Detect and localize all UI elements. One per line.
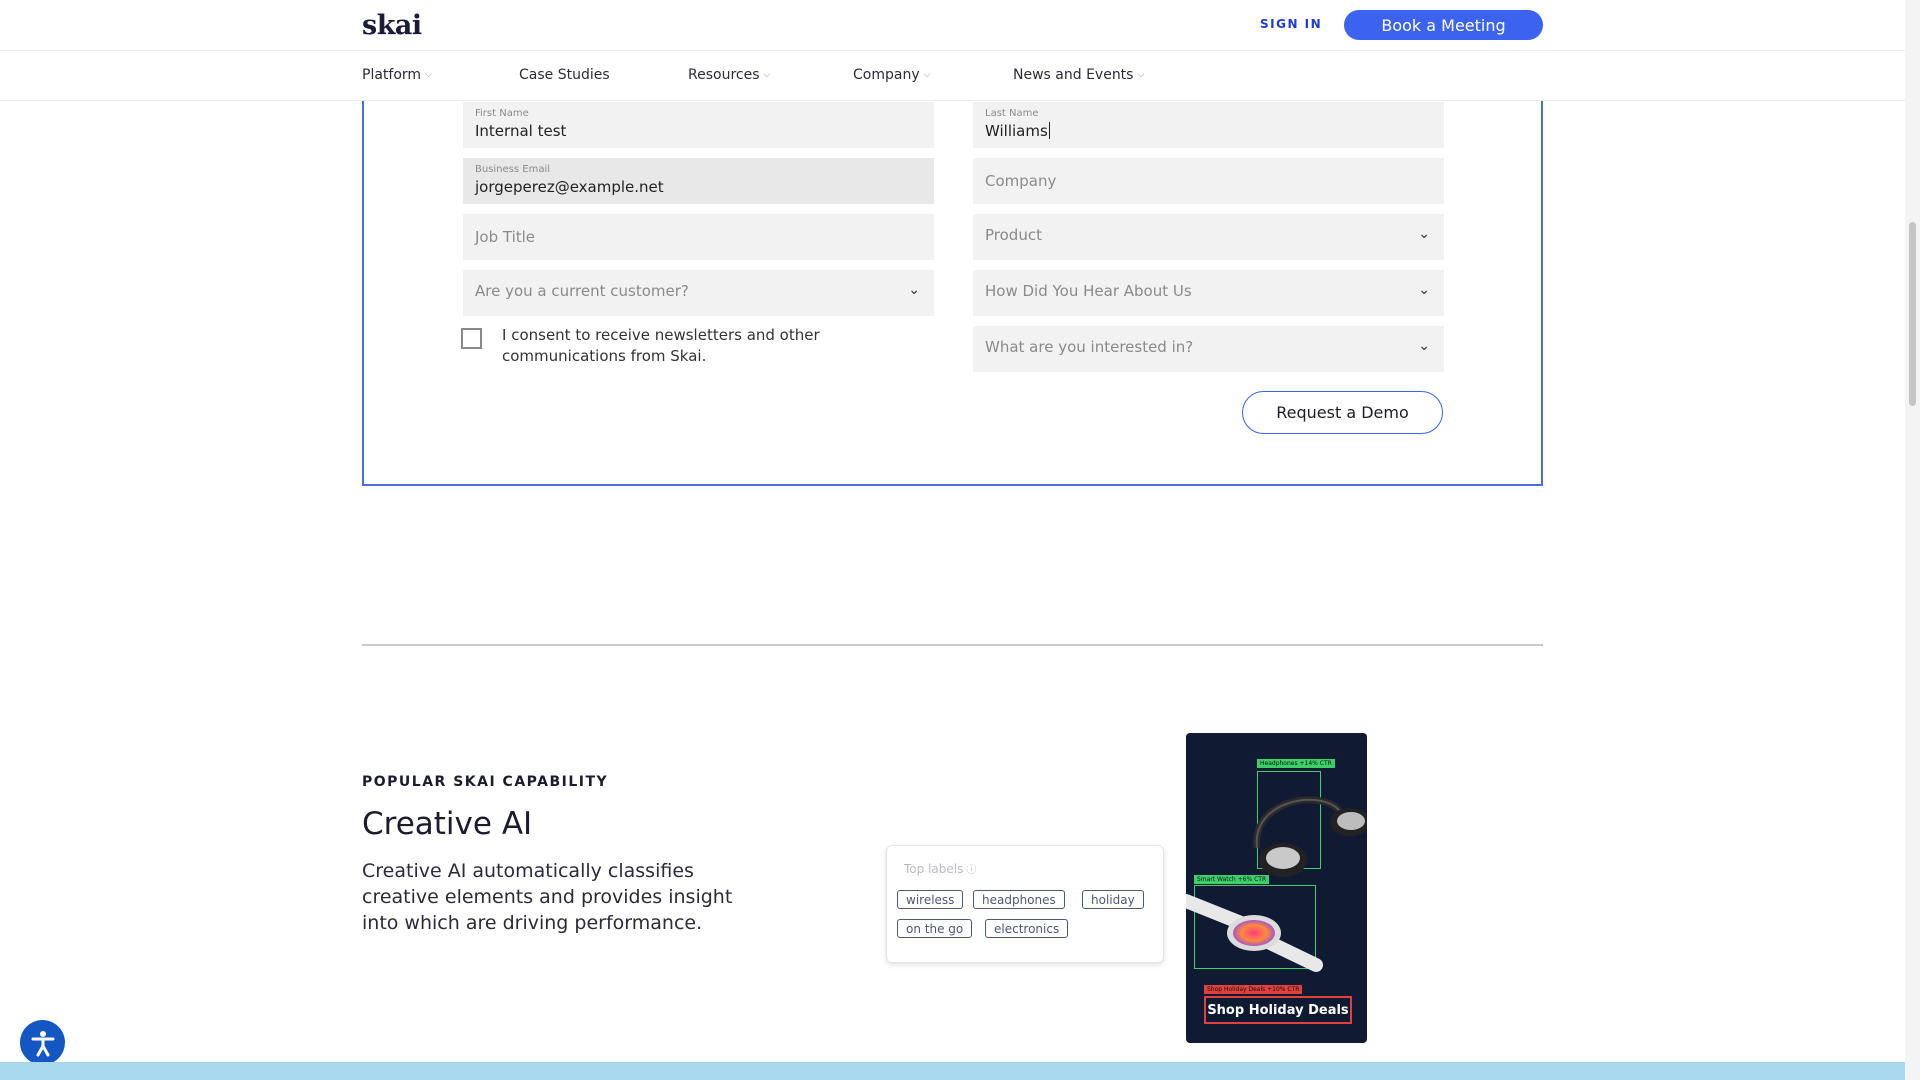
accessibility-icon — [31, 1030, 54, 1056]
request-demo-button[interactable]: Request a Demo — [1242, 391, 1443, 434]
product-select[interactable]: Product ⌄ — [973, 214, 1444, 260]
nav-label: News and Events — [1013, 67, 1134, 83]
label-tag: headphones — [973, 890, 1065, 909]
nav-item-platform[interactable]: Platform ⌵ — [362, 67, 432, 83]
chevron-down-icon: ⌵ — [763, 70, 771, 80]
chevron-down-icon: ⌵ — [1137, 70, 1145, 80]
smartwatch-illustration — [1186, 894, 1323, 972]
job-title-field[interactable]: Job Title — [463, 214, 934, 260]
first-name-field[interactable]: First Name Internal test — [463, 102, 934, 148]
field-placeholder: What are you interested in? — [985, 338, 1194, 356]
info-icon: ⓘ — [966, 865, 977, 876]
field-label: Last Name — [985, 108, 1039, 119]
page-scrollbar[interactable] — [1905, 0, 1920, 1080]
nav-label: Resources — [688, 67, 760, 83]
last-name-field[interactable]: Last Name Williams — [973, 102, 1444, 148]
accessibility-button[interactable] — [20, 1020, 65, 1065]
skai-logo[interactable]: skai — [362, 10, 422, 41]
chevron-down-icon: ⌄ — [1418, 338, 1430, 354]
text-caret — [1048, 122, 1050, 139]
top-labels-card: Top labels ⓘ wireless headphones holiday … — [886, 845, 1164, 963]
nav-item-company[interactable]: Company ⌵ — [853, 67, 930, 83]
consent-checkbox[interactable] — [461, 328, 482, 349]
field-placeholder: Company — [985, 172, 1057, 190]
nav-item-case-studies[interactable]: Case Studies — [519, 67, 610, 83]
field-placeholder: Job Title — [475, 228, 536, 246]
field-value: jorgeperez@example.net — [475, 178, 664, 196]
scrollbar-thumb[interactable] — [1909, 222, 1916, 406]
footer-band — [0, 1062, 1905, 1080]
chevron-down-icon: ⌄ — [908, 282, 920, 298]
current-customer-select[interactable]: Are you a current customer? ⌄ — [463, 270, 934, 316]
labels-title-text: Top labels — [904, 862, 964, 876]
nav-label: Company — [853, 67, 920, 83]
field-placeholder: Product — [985, 226, 1042, 244]
field-value: Internal test — [475, 122, 567, 140]
chevron-down-icon: ⌵ — [923, 70, 931, 80]
label-tag: electronics — [985, 919, 1069, 938]
shop-holiday-deals-cta: Shop Holiday Deals — [1204, 996, 1352, 1024]
label-tag: wireless — [897, 890, 964, 909]
capability-title: Creative AI — [362, 806, 533, 842]
field-placeholder: Are you a current customer? — [475, 282, 689, 300]
field-placeholder: How Did You Hear About Us — [985, 282, 1192, 300]
field-label: Business Email — [475, 164, 551, 175]
ad-preview-image: Headphones +14% CTR Smart Watch +6% CTR … — [1186, 733, 1367, 1043]
field-label: First Name — [475, 108, 529, 119]
field-value: Williams — [985, 122, 1050, 140]
top-header: skai SIGN IN Book a Meeting — [0, 0, 1905, 51]
last-name-text: Williams — [985, 122, 1048, 140]
book-meeting-button[interactable]: Book a Meeting — [1344, 10, 1543, 40]
hear-about-select[interactable]: How Did You Hear About Us ⌄ — [973, 270, 1444, 316]
chevron-down-icon: ⌄ — [1418, 282, 1430, 298]
detection-label: Shop Holiday Deals +10% CTR — [1204, 985, 1303, 994]
interested-in-select[interactable]: What are you interested in? ⌄ — [973, 326, 1444, 372]
label-tag: on the go — [897, 919, 973, 938]
headphones-illustration — [1253, 796, 1367, 877]
nav-label: Platform — [362, 67, 422, 83]
detection-label: Smart Watch +6% CTR — [1194, 875, 1270, 884]
nav-label: Case Studies — [519, 67, 610, 83]
business-email-field[interactable]: Business Email jorgeperez@example.net — [463, 158, 934, 204]
chevron-down-icon: ⌄ — [1418, 226, 1430, 242]
capability-description: Creative AI automatically classifies cre… — [362, 860, 733, 934]
chevron-down-icon: ⌵ — [425, 70, 432, 80]
company-field[interactable]: Company — [973, 158, 1444, 204]
nav-item-news-events[interactable]: News and Events ⌵ — [1013, 67, 1144, 83]
detection-label: Headphones +14% CTR — [1257, 759, 1335, 768]
capability-eyebrow: POPULAR SKAI CAPABILITY — [362, 774, 609, 790]
sign-in-link[interactable]: SIGN IN — [1260, 17, 1322, 31]
main-nav: Platform ⌵ Case Studies Resources ⌵ Comp… — [0, 52, 1905, 101]
label-tag: holiday — [1082, 890, 1144, 909]
section-divider — [362, 644, 1543, 646]
labels-card-title: Top labels ⓘ — [904, 861, 976, 876]
nav-item-resources[interactable]: Resources ⌵ — [688, 67, 770, 83]
consent-label: I consent to receive newsletters and oth… — [502, 326, 820, 365]
